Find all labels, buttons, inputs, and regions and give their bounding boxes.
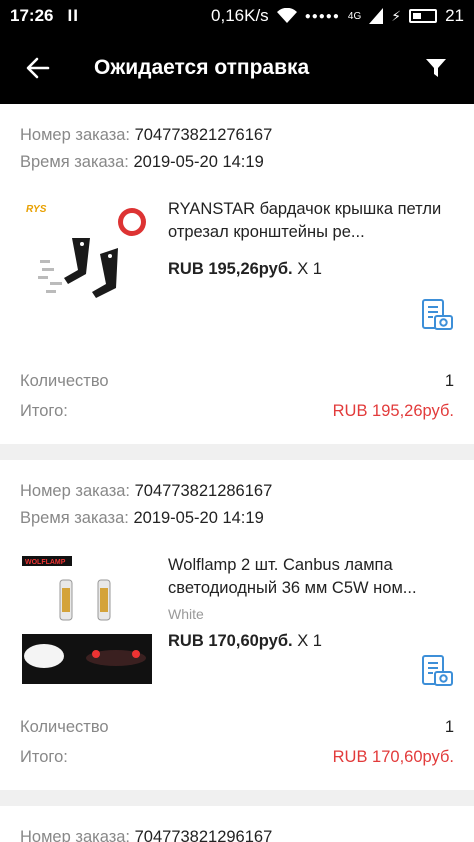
total-row: Итого: RUB 195,26руб. bbox=[20, 396, 454, 426]
network-speed: 0,16K/s bbox=[211, 6, 269, 25]
charging-icon: ⚡ bbox=[391, 7, 402, 24]
arrow-left-icon bbox=[26, 57, 50, 79]
order-number: 704773821286167 bbox=[134, 482, 273, 500]
svg-text:RYS: RYS bbox=[26, 204, 47, 215]
product-price-row: RUB 170,60руб. X 1 bbox=[168, 632, 454, 651]
status-time: 17:26 bbox=[10, 6, 54, 25]
filter-icon bbox=[426, 59, 446, 77]
product-info: RYANSTAR бардачок крышка петли отрезал к… bbox=[168, 198, 454, 328]
total-row: Итого: RUB 170,60руб. bbox=[20, 742, 454, 772]
signal-dots-icon: ●●●●● bbox=[304, 10, 340, 22]
total-value: RUB 195,26руб. bbox=[332, 402, 454, 420]
total-value: RUB 170,60руб. bbox=[332, 748, 454, 766]
order-card[interactable]: Номер заказа: 704773821296167 bbox=[0, 806, 474, 842]
product-price-row: RUB 195,26руб. X 1 bbox=[168, 260, 454, 279]
order-number-row: Номер заказа: 704773821276167 bbox=[20, 122, 454, 149]
network-type: 4G bbox=[347, 10, 362, 22]
product-qty-mult: X 1 bbox=[297, 632, 322, 650]
status-bar: 17:26 II 0,16K/s ●●●●● 4G ⚡ 21 bbox=[0, 0, 474, 32]
status-right: 0,16K/s ●●●●● 4G ⚡ 21 bbox=[211, 6, 464, 26]
app-header: Ожидается отправка bbox=[0, 32, 474, 104]
product-title[interactable]: RYANSTAR бардачок крышка петли отрезал к… bbox=[168, 198, 454, 244]
order-list: Номер заказа: 704773821276167 Время зака… bbox=[0, 104, 474, 842]
product-title[interactable]: Wolflamp 2 шт. Canbus лампа светодиодный… bbox=[168, 554, 454, 600]
quantity-label: Количество bbox=[20, 372, 109, 390]
product-price: RUB 170,60руб. bbox=[168, 632, 293, 650]
order-number-row: Номер заказа: 704773821296167 bbox=[20, 824, 454, 842]
order-item[interactable]: RYS RYANSTAR бардачок крышка петли отрез… bbox=[20, 198, 454, 330]
filter-button[interactable] bbox=[420, 52, 452, 84]
order-card[interactable]: Номер заказа: 704773821286167 Время зака… bbox=[0, 460, 474, 790]
page-title: Ожидается отправка bbox=[94, 56, 310, 79]
document-camera-icon[interactable] bbox=[420, 298, 454, 332]
order-card[interactable]: Номер заказа: 704773821276167 Время зака… bbox=[0, 104, 474, 444]
product-image[interactable]: RYS bbox=[20, 198, 152, 328]
order-number: 704773821296167 bbox=[134, 828, 273, 842]
back-button[interactable] bbox=[22, 52, 54, 84]
total-label: Итого: bbox=[20, 402, 68, 420]
order-item[interactable]: WOLFLAMP Wolflamp 2 шт. Canbus лампа све… bbox=[20, 554, 454, 686]
battery-level: 21 bbox=[445, 6, 464, 25]
document-camera-icon[interactable] bbox=[420, 654, 454, 688]
pause-icon: II bbox=[67, 6, 79, 25]
product-image[interactable]: WOLFLAMP bbox=[20, 554, 152, 684]
wifi-icon bbox=[276, 8, 297, 23]
product-price: RUB 195,26руб. bbox=[168, 260, 293, 278]
order-time-label: Время заказа: bbox=[20, 509, 129, 527]
quantity-row: Количество 1 bbox=[20, 366, 454, 396]
quantity-row: Количество 1 bbox=[20, 712, 454, 742]
order-time-row: Время заказа: 2019-05-20 14:19 bbox=[20, 505, 454, 532]
order-time-label: Время заказа: bbox=[20, 153, 129, 171]
order-number-row: Номер заказа: 704773821286167 bbox=[20, 478, 454, 505]
order-number-label: Номер заказа: bbox=[20, 828, 131, 842]
order-summary: Количество 1 Итого: RUB 195,26руб. bbox=[20, 366, 454, 444]
signal-icon bbox=[369, 8, 384, 24]
product-variant: White bbox=[168, 606, 204, 622]
order-time: 2019-05-20 14:19 bbox=[133, 509, 264, 527]
order-number: 704773821276167 bbox=[134, 126, 273, 144]
quantity-value: 1 bbox=[444, 718, 454, 736]
product-info: Wolflamp 2 шт. Canbus лампа светодиодный… bbox=[168, 554, 454, 684]
order-number-label: Номер заказа: bbox=[20, 482, 131, 500]
quantity-label: Количество bbox=[20, 718, 109, 736]
order-time-row: Время заказа: 2019-05-20 14:19 bbox=[20, 149, 454, 176]
order-summary: Количество 1 Итого: RUB 170,60руб. bbox=[20, 712, 454, 790]
order-number-label: Номер заказа: bbox=[20, 126, 131, 144]
battery-icon bbox=[409, 9, 438, 23]
product-qty-mult: X 1 bbox=[297, 260, 322, 278]
svg-text:WOLFLAMP: WOLFLAMP bbox=[25, 559, 66, 566]
quantity-value: 1 bbox=[444, 372, 454, 390]
total-label: Итого: bbox=[20, 748, 68, 766]
order-time: 2019-05-20 14:19 bbox=[133, 153, 264, 171]
